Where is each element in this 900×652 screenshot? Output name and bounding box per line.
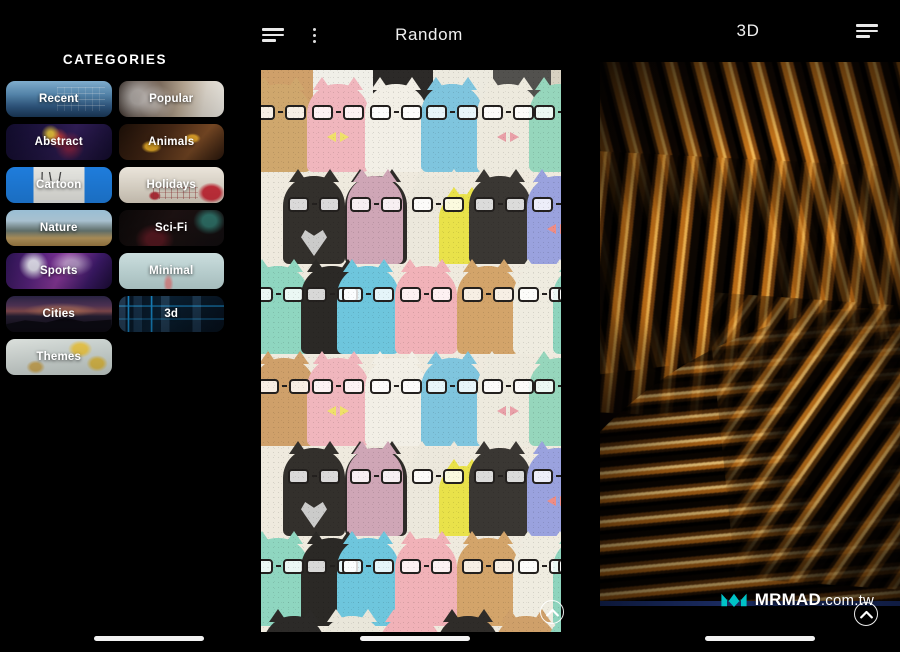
page-title: CATEGORIES [62,52,168,67]
home-indicator-bar [360,636,470,641]
three-d-panel: 3D MRMAD.com.tw [600,0,900,652]
category-tile-minimal[interactable]: Minimal [118,253,224,289]
panel-title: 3D [736,21,760,40]
category-tile-label: Sports [39,265,78,277]
category-tile-popular[interactable]: Popular [118,81,224,117]
category-tile-label: Animals [148,136,195,148]
category-tile-label: Themes [36,351,82,363]
chevron-up-icon [859,610,873,618]
category-tile-3d[interactable]: 3d [118,296,224,332]
random-panel: Random [230,0,600,652]
scroll-to-top-button[interactable] [540,600,564,624]
category-tile-label: 3d [164,308,179,320]
category-tile-abstract[interactable]: Abstract [6,124,112,160]
three-d-toolbar: 3D [600,0,900,62]
category-tile-cartoon[interactable]: Cartoon [6,167,112,203]
category-tile-label: Abstract [34,136,83,148]
category-tile-animals[interactable]: Animals [118,124,224,160]
category-tile-label: Recent [38,93,79,105]
category-tile-scifi[interactable]: Sci-Fi [118,210,224,246]
hamburger-icon[interactable] [856,24,878,38]
cats-pattern-canvas [261,70,561,632]
category-tile-label: Minimal [149,265,194,277]
scroll-to-top-button[interactable] [854,602,878,626]
home-indicator-bar [94,636,204,641]
hipster-cats-pattern[interactable] [261,70,561,632]
hamburger-icon[interactable] [262,28,284,42]
panel-title: Random [395,25,463,44]
category-tile-label: Cartoon [36,179,82,191]
category-grid: Recent Popular Abstract Animals Cartoon … [0,81,230,375]
category-tile-label: Holidays [146,179,197,191]
category-tile-cities[interactable]: Cities [6,296,112,332]
category-tile-label: Popular [149,93,194,105]
category-tile-nature[interactable]: Nature [6,210,112,246]
category-tile-sports[interactable]: Sports [6,253,112,289]
category-tile-themes[interactable]: Themes [6,339,112,375]
category-tile-recent[interactable]: Recent [6,81,112,117]
watermark: MRMAD.com.tw [720,590,874,610]
category-tile-label: Sci-Fi [154,222,188,234]
category-tile-label: Nature [39,222,78,234]
mrmad-logo-icon [721,593,747,607]
category-tile-holidays[interactable]: Holidays [118,167,224,203]
chevron-up-icon [545,608,559,616]
golden-silk-waves[interactable] [600,62,900,606]
random-toolbar: Random [230,0,600,70]
app-screen: CATEGORIES Recent Popular Abstract Anima… [0,0,900,652]
categories-panel: CATEGORIES Recent Popular Abstract Anima… [0,0,230,652]
home-indicator-bar [705,636,815,641]
category-tile-label: Cities [42,308,76,320]
vignette-overlay [600,62,900,606]
